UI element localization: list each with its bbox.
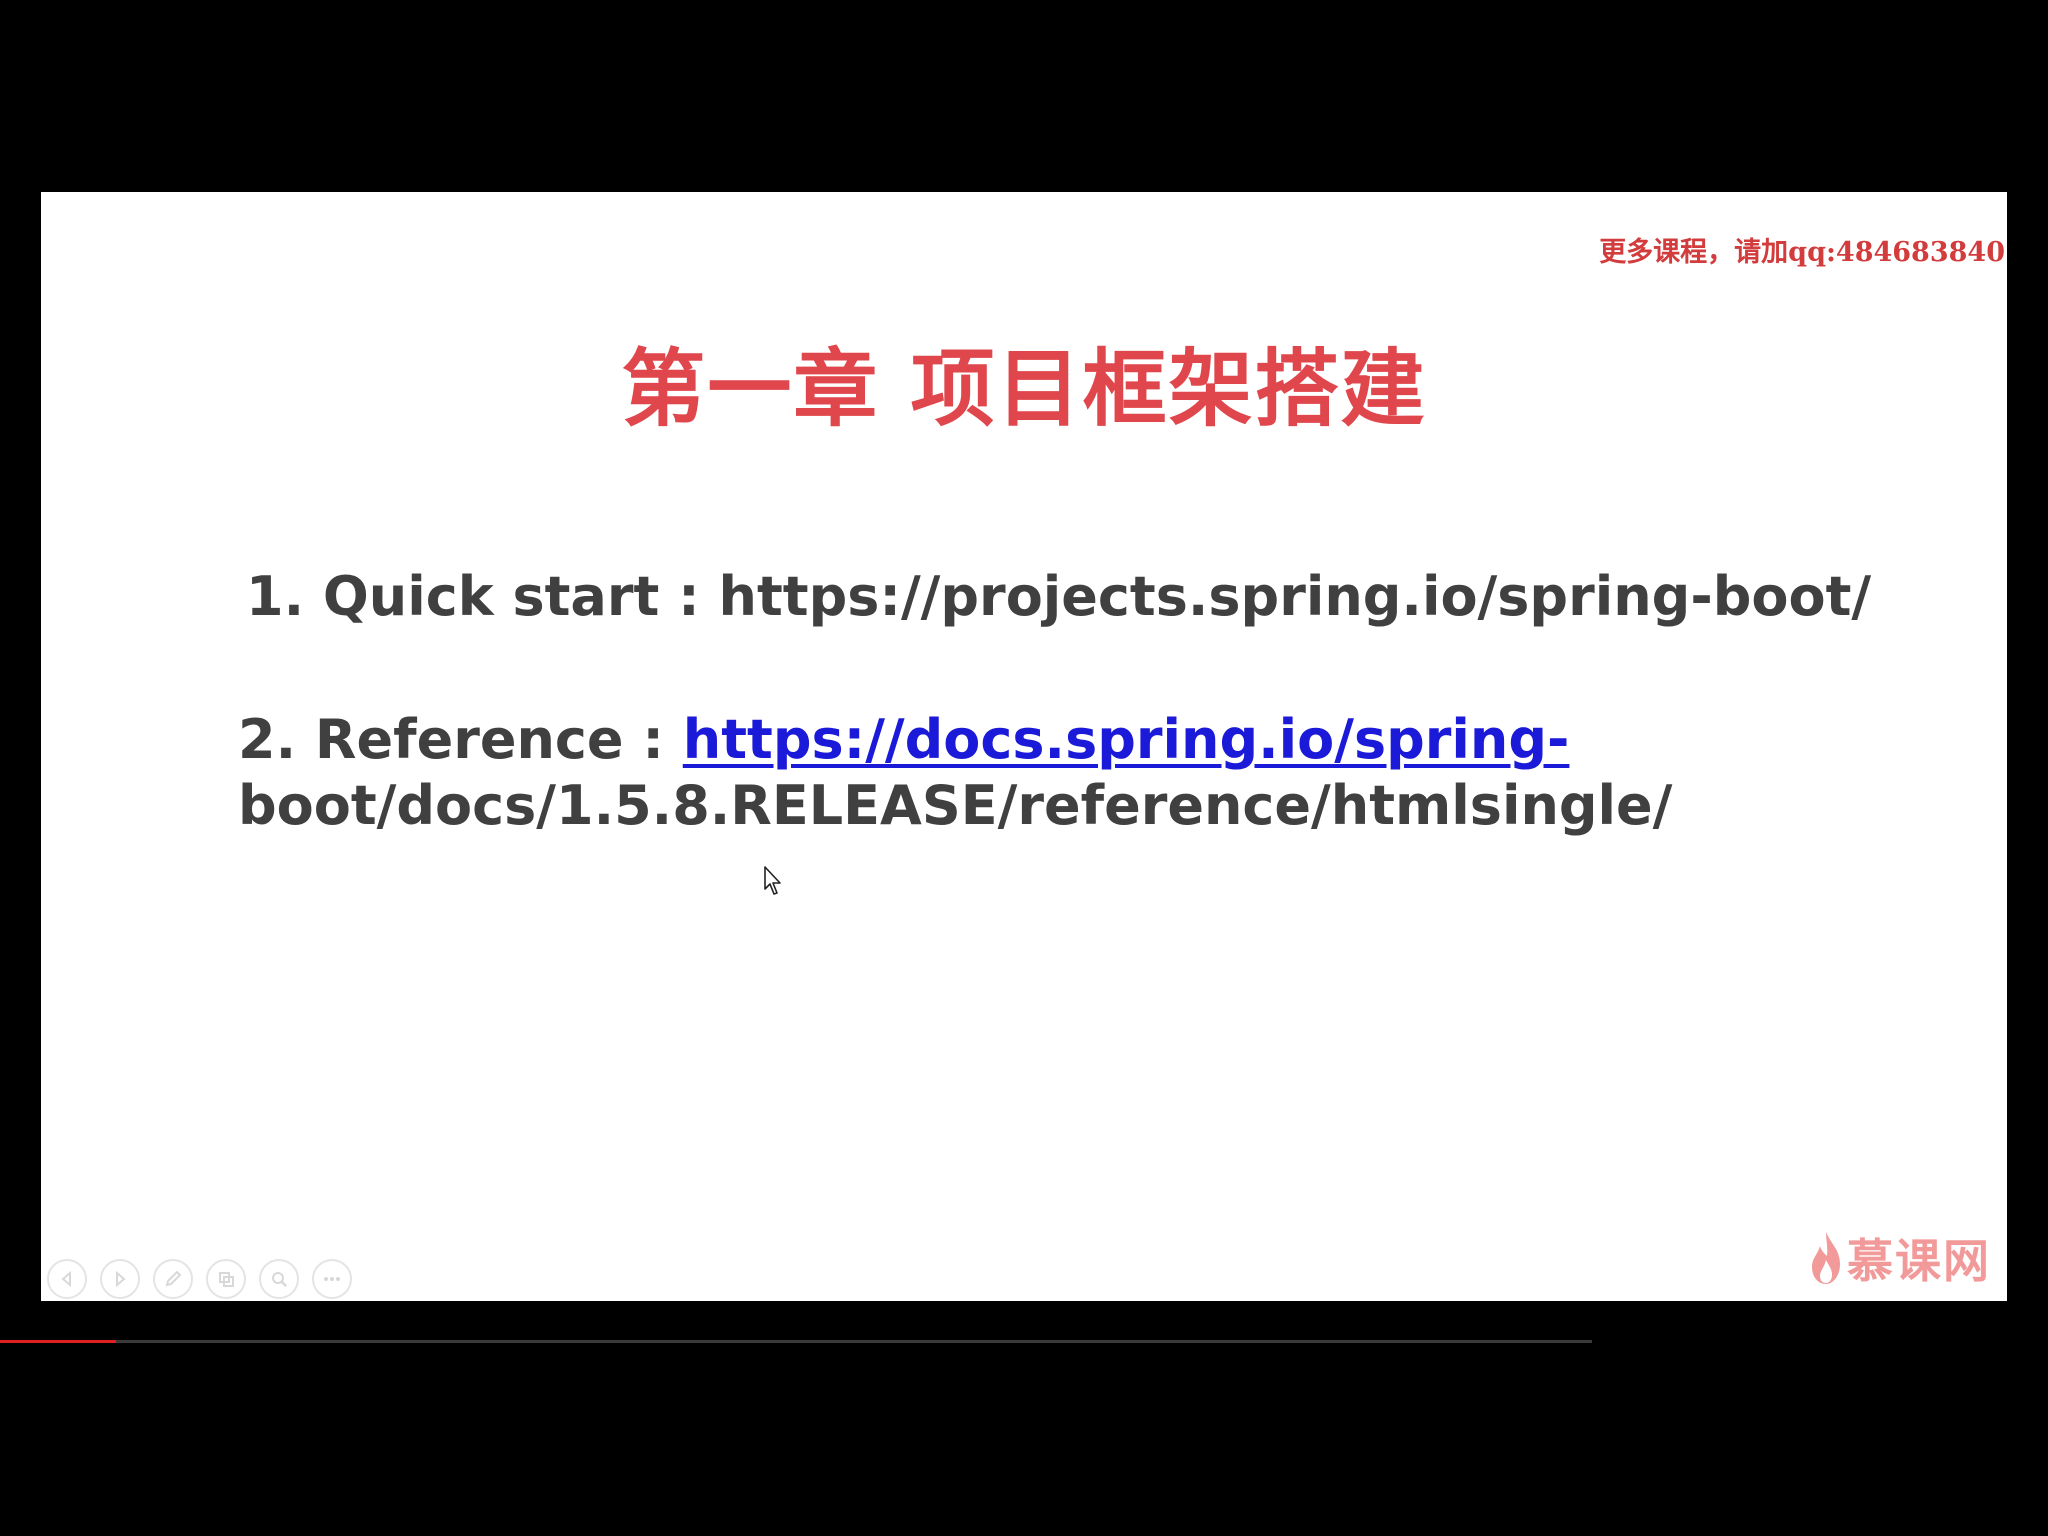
zoom-button[interactable] [259,1259,299,1299]
previous-slide-button[interactable] [47,1259,87,1299]
previous-icon [61,1270,71,1288]
slideshow-toolbar [47,1259,352,1299]
zoom-icon [272,1272,287,1287]
video-player-screen: 更多课程，请加qq:484683840 第一章 项目框架搭建 1. Quick … [0,0,2048,1536]
slide-title: 第一章 项目框架搭建 [621,340,1427,438]
more-options-button[interactable] [312,1259,352,1299]
see-all-slides-button[interactable] [206,1259,246,1299]
brand-logo: 慕课网 [1809,1225,1991,1291]
video-progress-fill [0,1340,117,1343]
presentation-slide: 更多课程，请加qq:484683840 第一章 项目框架搭建 1. Quick … [41,192,2007,1301]
quick-start-text: 1. Quick start : https://projects.spring… [246,565,1872,628]
pen-icon [165,1270,182,1287]
more-icon [324,1277,340,1281]
next-icon [116,1270,126,1288]
reference-continuation: boot/docs/1.5.8.RELEASE/reference/htmlsi… [238,774,1673,837]
quick-start-item: 1. Quick start : https://projects.spring… [246,564,1871,630]
mouse-pointer-icon [764,866,781,895]
reference-item: 2. Reference : https://docs.spring.io/sp… [238,707,1672,839]
next-slide-button[interactable] [100,1259,140,1299]
reference-label: 2. Reference : [238,708,683,771]
brand-logo-text: 慕课网 [1847,1234,1991,1288]
watermark-text: 更多课程，请加qq:484683840 [1599,237,2005,268]
pen-button[interactable] [153,1259,193,1299]
flame-icon [1812,1232,1840,1284]
video-progress-bar[interactable] [0,1340,1592,1343]
reference-link[interactable]: https://docs.spring.io/spring- [683,708,1570,771]
slides-icon [219,1272,234,1287]
